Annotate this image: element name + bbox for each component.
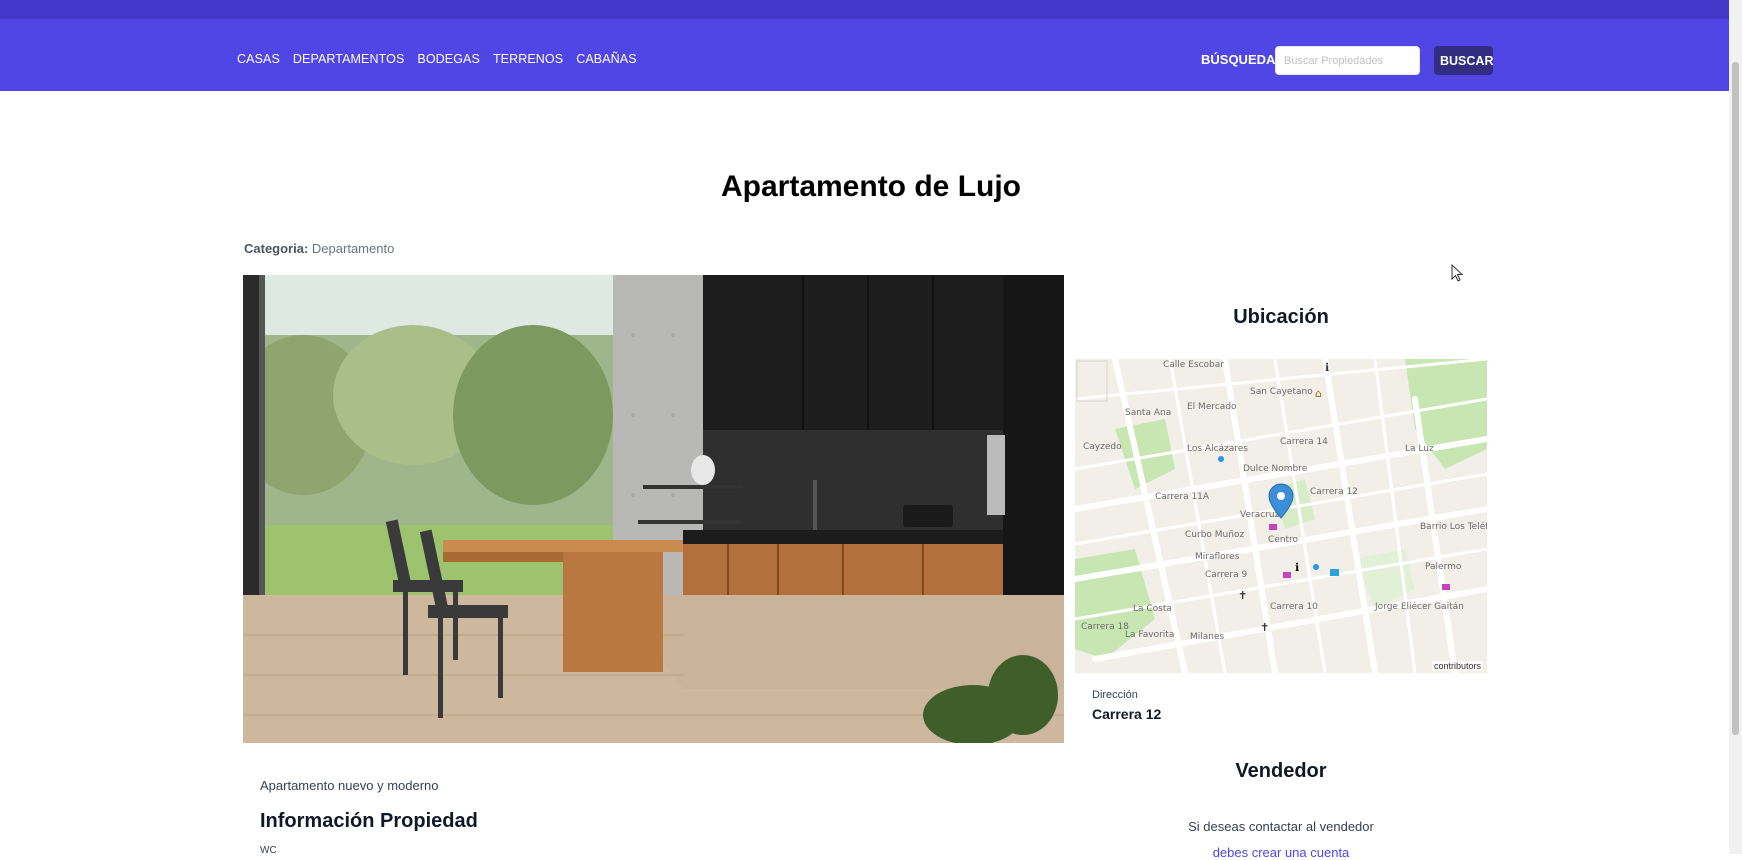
- map-label: La Favorita: [1125, 630, 1174, 640]
- church-icon: ✝: [1238, 589, 1247, 602]
- map-label: Dulce Nombre: [1243, 464, 1308, 474]
- shop-icon: [1269, 524, 1277, 530]
- map-label: Santa Ana: [1125, 408, 1171, 418]
- landmark-icon: ⌂: [1315, 387, 1322, 400]
- address-label: Dirección: [1092, 689, 1138, 701]
- map-label: Carrera 12: [1310, 487, 1358, 497]
- top-strip: [0, 0, 1742, 19]
- scrollbar-thumb[interactable]: [1732, 62, 1739, 735]
- map-label: Calle Escobar: [1163, 360, 1224, 370]
- map-label: Jorge Eliécer Gaitán: [1374, 601, 1464, 612]
- map-attribution[interactable]: contributors: [1431, 661, 1483, 671]
- map-label: Carrera 10: [1270, 602, 1318, 612]
- map-label: Carrera 9: [1205, 570, 1247, 580]
- map-label: Curbo Muñoz: [1185, 530, 1244, 540]
- category-line: Categoria: Departamento: [244, 241, 394, 256]
- map-label: Milanes: [1190, 632, 1225, 642]
- map-label: Veracruz: [1240, 510, 1280, 520]
- nav-link-casas[interactable]: CASAS: [237, 52, 280, 66]
- info-first-label: WC: [260, 845, 277, 856]
- nav-link-departamentos[interactable]: DEPARTAMENTOS: [293, 52, 405, 66]
- shop-icon: [1442, 584, 1450, 590]
- map-label: Centro: [1268, 535, 1299, 545]
- category-nav: CASAS DEPARTAMENTOS BODEGAS TERRENOS CAB…: [237, 52, 637, 66]
- map-label: El Mercado: [1187, 402, 1237, 412]
- map-label: Los Alcázares: [1187, 444, 1248, 454]
- map-label: Carrera 14: [1280, 437, 1328, 447]
- location-map[interactable]: Calle Escobar San Cayetano El Mercado Sa…: [1075, 359, 1487, 673]
- contact-text: Si deseas contactar al vendedor: [1188, 819, 1374, 834]
- mouse-cursor-icon: [1451, 264, 1464, 282]
- page-title: Apartamento de Lujo: [720, 170, 1021, 203]
- map-label: La Costa: [1133, 604, 1172, 614]
- poi-dot-icon: [1218, 456, 1224, 462]
- poi-dot-icon: [1313, 564, 1319, 570]
- info-icon: ℹ: [1295, 561, 1299, 574]
- search-button[interactable]: BUSCAR: [1434, 46, 1493, 75]
- property-image: [243, 275, 1064, 743]
- top-navbar: CASAS DEPARTAMENTOS BODEGAS TERRENOS CAB…: [0, 0, 1742, 91]
- nav-link-terrenos[interactable]: TERRENOS: [493, 52, 563, 66]
- map-label: Palermo: [1425, 562, 1462, 572]
- info-title: Información Propiedad: [260, 810, 478, 832]
- seller-title: Vendedor: [1235, 760, 1327, 782]
- museum-icon: ℹ: [1325, 361, 1329, 374]
- map-label: Carrera 18: [1081, 622, 1129, 632]
- location-title: Ubicación: [1233, 306, 1329, 328]
- map-label: Carrera 11A: [1155, 492, 1210, 502]
- search-label: BÚSQUEDA: [1201, 52, 1276, 67]
- map-label: Cayzedo: [1083, 442, 1122, 452]
- page-scrollbar[interactable]: [1729, 0, 1742, 854]
- map-label: Barrio Los Teléfonos: [1420, 521, 1487, 532]
- category-value: Departamento: [311, 241, 395, 256]
- map-label: La Luz: [1405, 444, 1434, 454]
- property-description: Apartamento nuevo y moderno: [260, 778, 439, 793]
- nav-link-cabanas[interactable]: CABAÑAS: [576, 52, 636, 66]
- category-label: Categoria:: [244, 241, 309, 256]
- map-label: Miraflores: [1195, 552, 1240, 562]
- create-account-link[interactable]: debes crear una cuenta: [1075, 845, 1487, 860]
- address-value: Carrera 12: [1092, 706, 1162, 722]
- shop-icon: [1283, 572, 1291, 578]
- search-input[interactable]: [1275, 46, 1420, 75]
- bus-icon: [1330, 569, 1339, 576]
- map-label: San Cayetano: [1250, 387, 1313, 397]
- church-icon: ✝: [1260, 621, 1269, 634]
- nav-link-bodegas[interactable]: BODEGAS: [417, 52, 480, 66]
